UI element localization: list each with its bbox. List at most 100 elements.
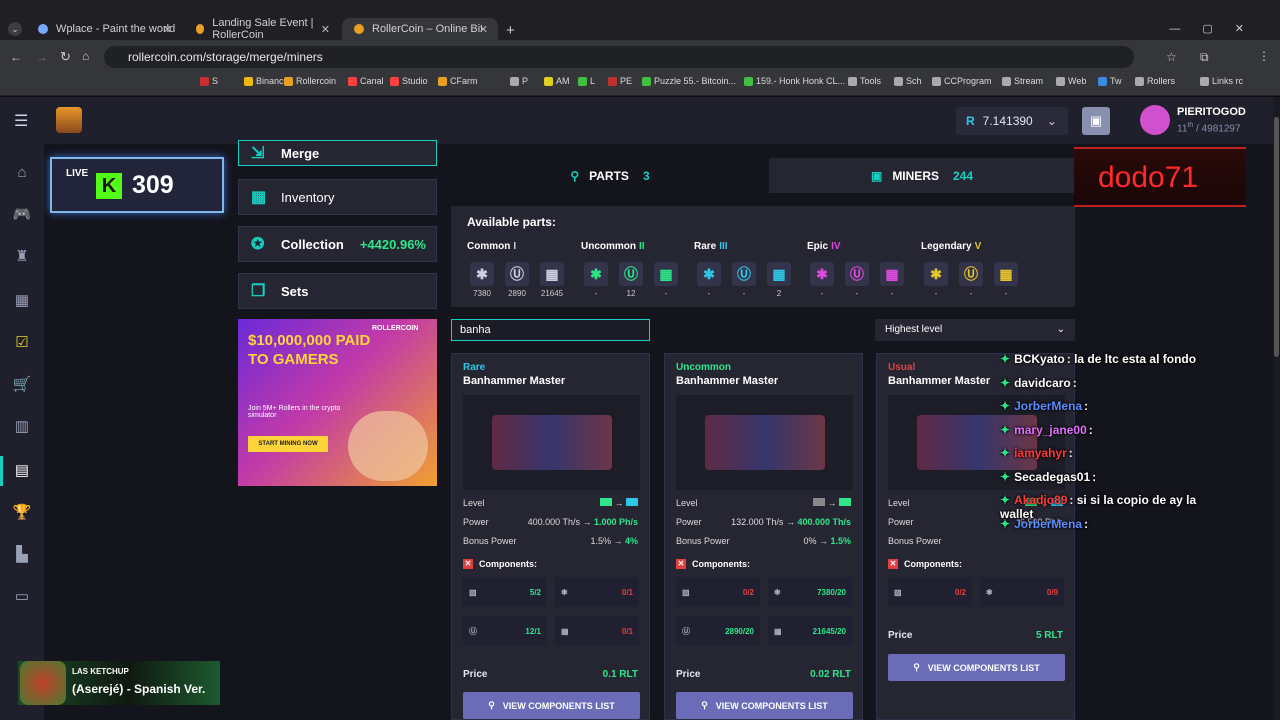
component-item[interactable]: Ⓤ 12/1 xyxy=(463,616,547,646)
storage-icon[interactable]: ▤ xyxy=(12,462,32,480)
fan-part-icon[interactable]: ✱ xyxy=(924,262,948,286)
bookmark-item[interactable]: Stream xyxy=(1002,76,1043,86)
close-icon[interactable]: ✕ xyxy=(479,23,488,36)
bookmark-item[interactable]: 159.- Honk Honk CL... xyxy=(744,76,845,86)
fan-part-icon[interactable]: ✱ xyxy=(810,262,834,286)
forward-icon[interactable]: → xyxy=(36,50,48,64)
reload-icon[interactable]: ↻ xyxy=(60,49,71,65)
component-item[interactable]: ▨ 5/2 xyxy=(463,577,547,607)
wire-part-icon[interactable]: Ⓤ xyxy=(732,262,756,286)
bookmark-item[interactable]: Studio xyxy=(390,76,428,86)
fan-part-icon[interactable]: ✱ xyxy=(470,262,494,286)
hashboard-part-icon[interactable]: ▦ xyxy=(880,262,904,286)
pvp-icon[interactable]: ♜ xyxy=(12,248,32,266)
bookmark-item[interactable]: S xyxy=(200,76,218,86)
ad-banner[interactable]: ROLLERCOIN $10,000,000 PAID TO GAMERS Jo… xyxy=(238,319,437,486)
view-components-button[interactable]: ⚲ VIEW COMPONENTS LIST xyxy=(676,692,853,719)
bookmark-item[interactable]: PE xyxy=(608,76,632,86)
tab-rollercoin-active[interactable]: RollerCoin – Online Bitcoin Mi ✕ xyxy=(342,18,498,40)
bookmark-item[interactable]: Rollercoin xyxy=(284,76,336,86)
factory-icon[interactable]: ▙ xyxy=(12,546,32,564)
store-icon[interactable]: ▥ xyxy=(12,418,32,436)
close-icon[interactable]: ✕ xyxy=(321,23,330,36)
wallet-button[interactable]: ▣ xyxy=(1082,107,1110,135)
extensions-icon[interactable]: ⧉ xyxy=(1200,50,1209,65)
hashboard-part-icon[interactable]: ▦ xyxy=(654,262,678,286)
component-item[interactable]: ✱ 7380/20 xyxy=(768,577,852,607)
wire-part-icon[interactable]: Ⓤ xyxy=(505,262,529,286)
bookmark-item[interactable]: Puzzle 55.- Bitcoin... xyxy=(642,76,736,86)
merge-button[interactable]: ⇲ Merge xyxy=(238,140,437,166)
bookmark-item[interactable]: Tw xyxy=(1098,76,1122,86)
rollercoin-logo[interactable] xyxy=(56,107,82,133)
close-icon[interactable]: ✕ xyxy=(163,23,172,36)
hashboard-part-icon[interactable]: ▦ xyxy=(767,262,791,286)
component-item[interactable]: ✱ 0/9 xyxy=(980,577,1064,607)
scrollbar[interactable] xyxy=(1273,97,1280,720)
bookmark-item[interactable]: P xyxy=(510,76,528,86)
sets-button[interactable]: ❐ Sets xyxy=(238,273,437,309)
tasks-icon[interactable]: ☑ xyxy=(12,334,32,352)
component-item[interactable]: ▨ 0/2 xyxy=(676,577,760,607)
tab-search-icon[interactable]: ⌄ xyxy=(8,22,22,36)
view-components-button[interactable]: ⚲ VIEW COMPONENTS LIST xyxy=(888,654,1065,681)
bookmark-item[interactable]: Canal xyxy=(348,76,384,86)
hashboard-part-icon[interactable]: ▦ xyxy=(994,262,1018,286)
component-item[interactable]: ▨ 0/2 xyxy=(888,577,972,607)
inventory-button[interactable]: ▦ Inventory xyxy=(238,179,437,215)
avatar[interactable] xyxy=(1140,105,1170,135)
bookmark-item[interactable]: Binance xyxy=(244,76,289,86)
balance-selector[interactable]: R 7.141390 ⌄ xyxy=(956,107,1068,135)
fan-part-icon[interactable]: ✱ xyxy=(697,262,721,286)
bonus-label: Bonus Power xyxy=(676,536,730,546)
star-icon[interactable]: ☆ xyxy=(1166,50,1177,64)
wire-part-icon[interactable]: Ⓤ xyxy=(619,262,643,286)
component-item[interactable]: ▦ 21645/20 xyxy=(768,616,852,646)
bookmark-item[interactable]: Web xyxy=(1056,76,1086,86)
bookmark-item[interactable]: Sch xyxy=(894,76,922,86)
marketplace-icon[interactable]: 🛒 xyxy=(12,376,32,394)
parts-icon: ⚲ xyxy=(488,700,495,710)
sort-select[interactable]: Highest level ⌄ xyxy=(875,319,1075,341)
search-input[interactable]: banha xyxy=(451,319,650,341)
hashboard-part-icon[interactable]: ▦ xyxy=(540,262,564,286)
hamburger-icon[interactable]: ☰ xyxy=(14,111,28,131)
inventory-icon: ▦ xyxy=(251,189,267,206)
home-icon[interactable]: ⌂ xyxy=(12,164,32,182)
bookmark-item[interactable]: Links rc xyxy=(1200,76,1243,86)
tab-parts[interactable]: ⚲ PARTS 3 xyxy=(451,158,769,193)
gamepad-icon[interactable]: 🎮 xyxy=(12,206,32,224)
miner-card[interactable]: Rare Banhammer Master Level → Power 400.… xyxy=(451,353,650,720)
bookmark-item[interactable]: Tools xyxy=(848,76,881,86)
view-components-button[interactable]: ⚲ VIEW COMPONENTS LIST xyxy=(463,692,640,719)
scrollbar-thumb[interactable] xyxy=(1274,117,1279,357)
url-field[interactable]: rollercoin.com/storage/merge/miners xyxy=(104,46,1134,68)
wire-part-icon[interactable]: Ⓤ xyxy=(845,262,869,286)
bookmark-item[interactable]: CFarm xyxy=(438,76,478,86)
username[interactable]: PIERITOGOD xyxy=(1177,106,1246,118)
bookmark-item[interactable]: L xyxy=(578,76,595,86)
trophy-icon[interactable]: 🏆 xyxy=(12,504,32,522)
events-icon[interactable]: ▦ xyxy=(12,292,32,310)
ad-cta-button[interactable]: START MINING NOW xyxy=(248,436,328,452)
miner-card[interactable]: Uncommon Banhammer Master Level → Power … xyxy=(664,353,863,720)
bookmark-item[interactable]: AM xyxy=(544,76,570,86)
bookmark-item[interactable]: CCProgram xyxy=(932,76,992,86)
chat-user: davidcaro xyxy=(1014,375,1071,390)
component-item[interactable]: ✱ 0/1 xyxy=(555,577,639,607)
tab-wplace[interactable]: Wplace - Paint the world ✕ xyxy=(26,18,182,40)
home-icon[interactable]: ⌂ xyxy=(82,49,89,63)
wire-part-icon[interactable]: Ⓤ xyxy=(959,262,983,286)
menu-dots-icon[interactable]: ⋮ xyxy=(1258,49,1270,63)
fan-part-icon[interactable]: ✱ xyxy=(584,262,608,286)
component-item[interactable]: Ⓤ 2890/20 xyxy=(676,616,760,646)
component-item[interactable]: ▦ 0/1 xyxy=(555,616,639,646)
bookmark-item[interactable]: Rollers xyxy=(1135,76,1175,86)
new-tab-button[interactable]: + xyxy=(506,22,515,39)
back-icon[interactable]: ← xyxy=(10,50,22,64)
document-icon[interactable]: ▭ xyxy=(12,588,32,606)
sidebar-active-indicator xyxy=(0,456,3,486)
tab-miners[interactable]: ▣ MINERS 244 xyxy=(769,158,1075,193)
tab-landing-sale[interactable]: Landing Sale Event | RollerCoin ✕ xyxy=(184,17,340,41)
collection-button[interactable]: ✪ Collection +4420.96% xyxy=(238,226,437,262)
